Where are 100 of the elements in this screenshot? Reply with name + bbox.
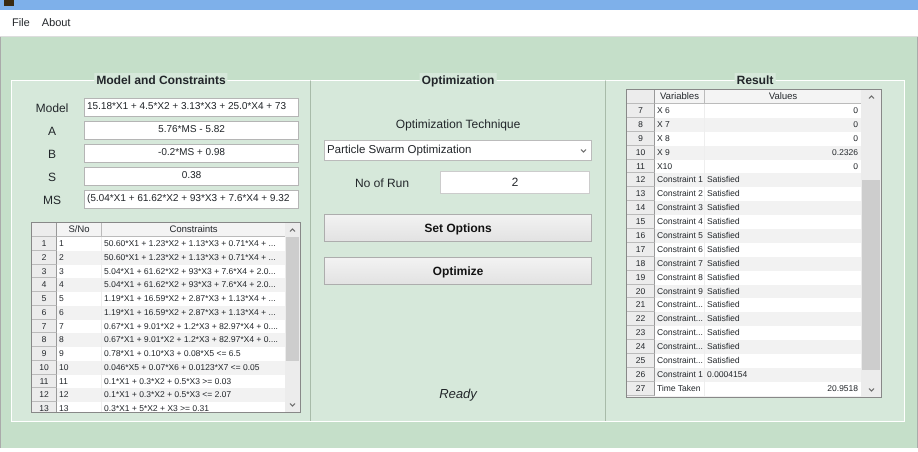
column-header[interactable]: Constraints [102,223,285,237]
scrollbar[interactable] [861,90,881,397]
table-cell: Satisfied [705,173,861,188]
table-cell: 7 [57,320,102,334]
row-number: 2 [32,250,57,264]
column-header[interactable]: Values [705,90,861,104]
table-cell: 0.1*X1 + 0.3*X2 + 0.5*X3 >= 0.03 [102,374,285,388]
field-label: Optimization Technique [396,116,520,131]
action-button[interactable]: Set Options [324,214,592,242]
table-cell: Constraint... [655,298,705,312]
menu-item[interactable]: File [8,14,34,32]
row-number: 3 [32,264,57,278]
table-cell: Satisfied [705,284,861,298]
table-cell: Constraint 1 [655,173,705,188]
table-cell: Constraint... [655,326,705,340]
row-number: 22 [627,312,655,326]
field-label: Model [34,100,70,116]
input-field[interactable]: 5.76*MS - 5.82 [84,121,299,140]
table-cell: 0.78*X1 + 0.10*X3 + 0.08*X5 <= 6.5 [102,347,285,361]
row-number: 5 [32,292,57,306]
table-cell: Satisfied [705,354,861,368]
app-icon [4,0,14,6]
field-label: No of Run [354,174,410,192]
row-number: 24 [627,340,655,354]
table-cell: 5 [57,292,102,306]
table-cell: 20.9518 [705,382,861,396]
table-cell: 11 [57,374,102,388]
input-field[interactable]: -0.2*MS + 0.98 [84,144,299,163]
table-cell: Constraint 4 [655,215,705,230]
row-number: 27 [627,382,655,396]
table-cell: 13 [57,402,102,412]
table-cell: 50.60*X1 + 1.23*X2 + 1.13*X3 + 0.71*X4 + ... [102,237,285,251]
table-cell: X10 [655,160,705,174]
table-cell: Satisfied [705,312,861,326]
menu-item[interactable]: About [38,14,74,32]
row-number: 17 [627,242,655,257]
row-number: 1 [32,237,57,251]
table-cell: Satisfied [705,298,861,312]
table-cell: Satisfied [705,270,861,285]
row-number: 18 [627,256,655,271]
row-number: 14 [627,201,655,216]
table-cell: X 8 [655,132,705,146]
table-cell: Time Taken [655,382,705,396]
table-cell: Constraint 9 [655,284,705,298]
table-cell: Constraint 2 [655,187,705,202]
table-cell: Satisfied [705,326,861,340]
field-label: S [46,168,57,186]
table-cell: 0 [705,132,861,146]
row-number: 4 [32,278,57,292]
technique-dropdown[interactable]: Particle Swarm Optimization [324,140,592,161]
table-cell: X 6 [655,104,705,118]
row-number: 16 [627,229,655,243]
table-cell: 9 [57,347,102,361]
row-number: 9 [627,132,655,146]
status-text: Ready [439,384,477,403]
row-number: 13 [32,402,57,412]
row-number: 11 [627,160,655,174]
field-label: A [46,122,57,140]
row-number: 21 [627,298,655,312]
table-cell: 0 [705,104,861,118]
row-number: 7 [32,320,57,334]
table-cell: 1.19*X1 + 16.59*X2 + 2.87*X3 + 1.13*X4 + ... [102,292,285,306]
row-number: 11 [32,374,57,388]
panel-title: Optimization [420,73,496,88]
table-cell: 0 [705,160,861,174]
row-number: 23 [627,326,655,340]
row-number: 26 [627,368,655,382]
row-number: 10 [627,146,655,160]
table-cell: Satisfied [705,242,861,257]
table-cell: 1 [57,237,102,251]
input-field[interactable]: 15.18*X1 + 4.5*X2 + 3.13*X3 + 25.0*X4 + 73 [84,98,299,117]
row-number: 10 [32,360,57,374]
row-number: 13 [627,187,655,202]
row-number: 25 [627,354,655,368]
action-button[interactable]: Optimize [324,257,592,285]
field-label: B [46,146,57,162]
table-cell: 0.67*X1 + 9.01*X2 + 1.2*X3 + 82.97*X4 + 0.... [102,320,285,334]
row-number: 12 [627,173,655,188]
table-cell: 3 [57,264,102,278]
table-cell: Constraint 6 [655,242,705,257]
input-field[interactable]: 0.38 [84,167,299,186]
row-number: 7 [627,104,655,118]
scrollbar[interactable] [285,223,300,412]
row-number: 15 [627,215,655,230]
table-cell: 0.3*X1 + 5*X2 + X3 >= 0.31 [102,402,285,412]
column-header[interactable]: Variables [655,90,705,104]
row-number: 8 [627,118,655,132]
field-label: MS [42,192,62,208]
column-header[interactable]: S/No [57,223,102,237]
row-number: 12 [32,388,57,402]
table-cell: Constraint... [655,312,705,326]
table-cell: Constraint 8 [655,270,705,285]
row-number: 19 [627,270,655,285]
input-field[interactable]: (5.04*X1 + 61.62*X2 + 93*X3 + 7.6*X4 + 9.32 [84,190,299,209]
row-number: 9 [32,347,57,361]
table-cell: Satisfied [705,187,861,202]
table-cell: Constraint... [655,354,705,368]
row-number: 8 [32,333,57,347]
input-field[interactable]: 2 [440,171,590,194]
table-cell: Satisfied [705,215,861,230]
